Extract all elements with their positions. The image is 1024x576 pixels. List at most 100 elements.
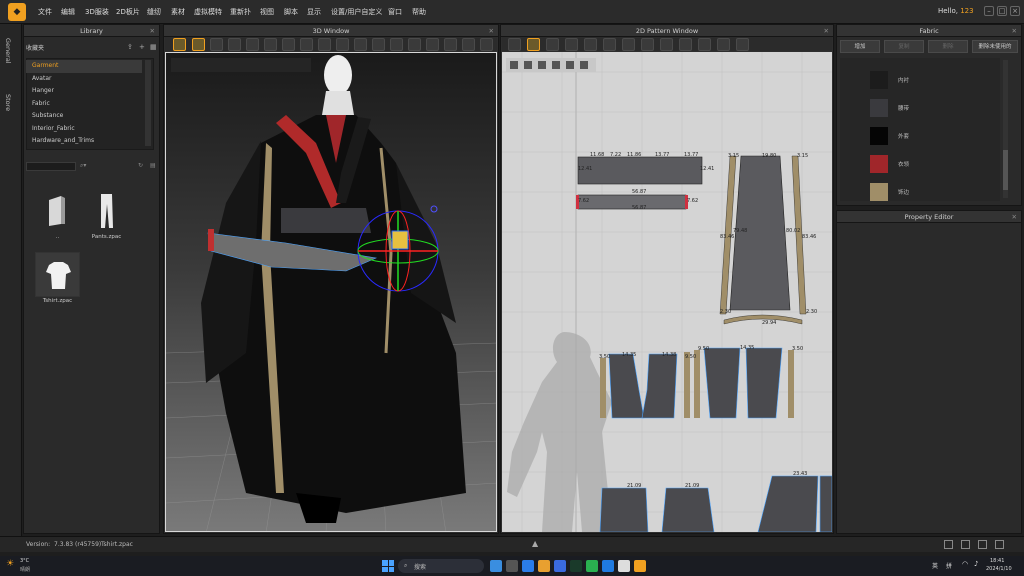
close-icon[interactable]: ✕	[150, 25, 155, 37]
tab-store[interactable]: Store	[4, 94, 12, 111]
fabric-delete-button[interactable]: 删除	[928, 40, 968, 53]
menu-materials[interactable]: 素材	[171, 7, 185, 17]
view-toggle-icon[interactable]: ▤	[150, 162, 156, 169]
sculpt-tool-icon[interactable]	[300, 38, 313, 51]
rectangle-tool-icon[interactable]	[565, 38, 578, 51]
2d-pattern-canvas[interactable]	[502, 52, 832, 532]
transform-tool-icon[interactable]	[192, 38, 205, 51]
menu-help[interactable]: 帮助	[412, 7, 426, 17]
menu-retopology[interactable]: 重新扑	[230, 7, 251, 17]
3d-viewport[interactable]	[165, 52, 497, 532]
add-icon[interactable]: +	[139, 43, 145, 51]
layout-icon[interactable]	[944, 540, 953, 549]
tab-general[interactable]: General	[4, 38, 12, 64]
taskbar-app-icon[interactable]	[554, 560, 566, 572]
menu-file[interactable]: 文件	[38, 7, 52, 17]
fabric-item[interactable]: 外套	[840, 122, 1000, 149]
layout-icon[interactable]	[961, 540, 970, 549]
library-item-interior-fabric[interactable]: Interior_Fabric	[26, 123, 142, 136]
dart-tool-icon[interactable]	[584, 38, 597, 51]
segment-sew-tool-icon[interactable]	[641, 38, 654, 51]
2d-select-tool-icon[interactable]	[508, 38, 521, 51]
library-item-hanger[interactable]: Hanger	[26, 85, 142, 98]
volume-icon[interactable]: ♪	[974, 560, 978, 568]
taskbar-app-icon[interactable]	[506, 560, 518, 572]
stitch-tool-icon[interactable]	[354, 38, 367, 51]
close-icon[interactable]: ✕	[1012, 211, 1017, 223]
layout-icon[interactable]	[995, 540, 1004, 549]
close-icon[interactable]: ✕	[489, 25, 494, 37]
fabric-item[interactable]: 衣领	[840, 150, 1000, 177]
camera-tool-icon[interactable]	[462, 38, 475, 51]
thumb-parent-folder[interactable]	[35, 188, 80, 233]
pin-tool-icon[interactable]	[210, 38, 223, 51]
menu-2d-pattern[interactable]: 2D板片	[116, 7, 140, 17]
fold-tool-icon[interactable]	[228, 38, 241, 51]
select-move-tool-icon[interactable]	[173, 38, 186, 51]
menu-settings[interactable]: 设置/用户自定义	[331, 7, 382, 17]
library-search-input[interactable]	[26, 162, 76, 171]
elastic-tool-icon[interactable]	[444, 38, 457, 51]
grid-icon[interactable]: ▦	[150, 43, 157, 51]
brush-tool-icon[interactable]	[282, 38, 295, 51]
input-lang[interactable]: 英	[932, 561, 938, 570]
puckering-tool-icon[interactable]	[426, 38, 439, 51]
internal-line-tool-icon[interactable]	[603, 38, 616, 51]
menu-window[interactable]: 窗口	[388, 7, 402, 17]
taskbar-app-icon[interactable]	[538, 560, 550, 572]
weather-icon[interactable]: ☀	[6, 559, 14, 569]
more-tools-icon[interactable]	[480, 38, 493, 51]
grading-tool-icon[interactable]	[717, 38, 730, 51]
fabric-add-button[interactable]: 增加	[840, 40, 880, 53]
upload-icon[interactable]: ⇪	[127, 43, 133, 51]
trim-tool-icon[interactable]	[408, 38, 421, 51]
thumb-pants[interactable]	[84, 188, 129, 233]
zipper-tool-icon[interactable]	[336, 38, 349, 51]
menu-edit[interactable]: 编辑	[61, 7, 75, 17]
library-scrollbar[interactable]	[145, 60, 151, 146]
menu-avatar[interactable]: 虚拟模特	[194, 7, 222, 17]
curve-tool-icon[interactable]	[622, 38, 635, 51]
taskbar-app-icon[interactable]	[602, 560, 614, 572]
wifi-icon[interactable]: ◠	[962, 560, 968, 568]
library-item-avatar[interactable]: Avatar	[26, 73, 142, 86]
button-tool-icon[interactable]	[318, 38, 331, 51]
close-button[interactable]: ×	[1010, 6, 1020, 16]
fabric-copy-button[interactable]: 复制	[884, 40, 924, 53]
tack-tool-icon[interactable]	[698, 38, 711, 51]
expand-up-icon[interactable]: ▲	[532, 539, 538, 548]
tape-tool-icon[interactable]	[264, 38, 277, 51]
maximize-button[interactable]: □	[997, 6, 1007, 16]
library-item-substance[interactable]: Substance	[26, 110, 142, 123]
graphic-tool-icon[interactable]	[372, 38, 385, 51]
measure-tool-icon[interactable]	[246, 38, 259, 51]
fabric-item[interactable]: 内衬	[840, 66, 1000, 93]
start-icon[interactable]	[382, 560, 394, 572]
taskbar-search[interactable]: ⌕ 搜索	[398, 559, 484, 573]
2d-transform-tool-icon[interactable]	[527, 38, 540, 51]
refresh-icon[interactable]: ↻	[138, 162, 143, 169]
pleat-tool-icon[interactable]	[679, 38, 692, 51]
free-sew-tool-icon[interactable]	[660, 38, 673, 51]
2d-tshirt-tool-icon[interactable]	[736, 38, 749, 51]
minimize-button[interactable]: –	[984, 6, 994, 16]
layout-icon[interactable]	[978, 540, 987, 549]
library-item-hardware[interactable]: Hardware_and_Trims	[26, 135, 142, 148]
menu-view[interactable]: 视图	[260, 7, 274, 17]
taskbar-app-icon[interactable]	[522, 560, 534, 572]
taskbar-app-icon[interactable]	[618, 560, 630, 572]
texture-tool-icon[interactable]	[390, 38, 403, 51]
fabric-delete-unused-button[interactable]: 删除未使用的	[972, 40, 1018, 53]
thumb-tshirt[interactable]	[35, 252, 80, 297]
taskbar-app-icon[interactable]	[570, 560, 582, 572]
close-icon[interactable]: ✕	[1012, 25, 1017, 37]
taskbar-app-icon[interactable]	[490, 560, 502, 572]
menu-script[interactable]: 脚本	[284, 7, 298, 17]
taskbar-app-icon[interactable]	[586, 560, 598, 572]
library-item-garment[interactable]: Garment	[26, 60, 142, 73]
polygon-tool-icon[interactable]	[546, 38, 559, 51]
menu-display[interactable]: 显示	[307, 7, 321, 17]
menu-3d-garment[interactable]: 3D服装	[85, 7, 109, 17]
library-item-fabric[interactable]: Fabric	[26, 98, 142, 111]
input-method[interactable]: 拼	[946, 561, 952, 570]
